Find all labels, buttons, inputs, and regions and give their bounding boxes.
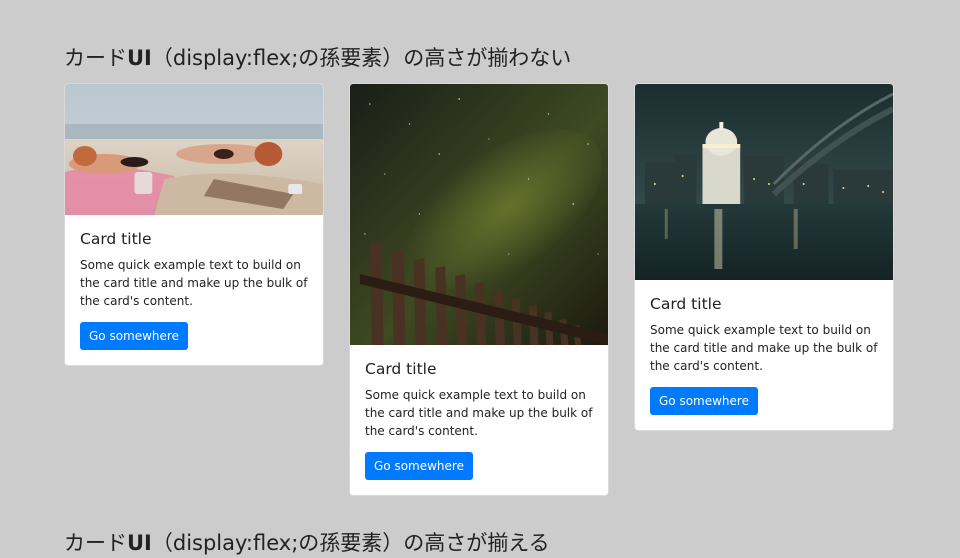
heading-strong: UI: [127, 46, 152, 70]
heading-prefix: カード: [64, 531, 127, 555]
heading-prefix: カード: [64, 46, 127, 70]
heading-suffix: （display:flex;の孫要素）の高さが揃わない: [151, 46, 572, 70]
card-image-night-sky: [350, 84, 608, 345]
card-image-beach: [65, 84, 323, 215]
card-body: Card title Some quick example text to bu…: [635, 280, 893, 415]
card-1: Card title Some quick example text to bu…: [64, 83, 324, 366]
card-text: Some quick example text to build on the …: [80, 258, 308, 308]
section-heading: カードUI（display:flex;の孫要素）の高さが揃える: [64, 528, 550, 558]
heading-suffix: （display:flex;の孫要素）の高さが揃える: [151, 531, 550, 555]
card-text: Some quick example text to build on the …: [365, 388, 593, 438]
card-3: Card title Some quick example text to bu…: [634, 83, 894, 431]
card-text: Some quick example text to build on the …: [650, 323, 878, 373]
heading-strong: UI: [127, 531, 152, 555]
section-heading: カードUI（display:flex;の孫要素）の高さが揃わない: [64, 43, 571, 73]
go-somewhere-button[interactable]: Go somewhere: [650, 387, 758, 415]
card-title: Card title: [365, 360, 437, 378]
card-title: Card title: [650, 295, 722, 313]
card-image-city-night: [635, 84, 893, 280]
go-somewhere-button[interactable]: Go somewhere: [365, 452, 473, 480]
card-title: Card title: [80, 230, 152, 248]
card-2: Card title Some quick example text to bu…: [349, 83, 609, 496]
card-body: Card title Some quick example text to bu…: [65, 215, 323, 350]
go-somewhere-button[interactable]: Go somewhere: [80, 322, 188, 350]
card-body: Card title Some quick example text to bu…: [350, 345, 608, 480]
